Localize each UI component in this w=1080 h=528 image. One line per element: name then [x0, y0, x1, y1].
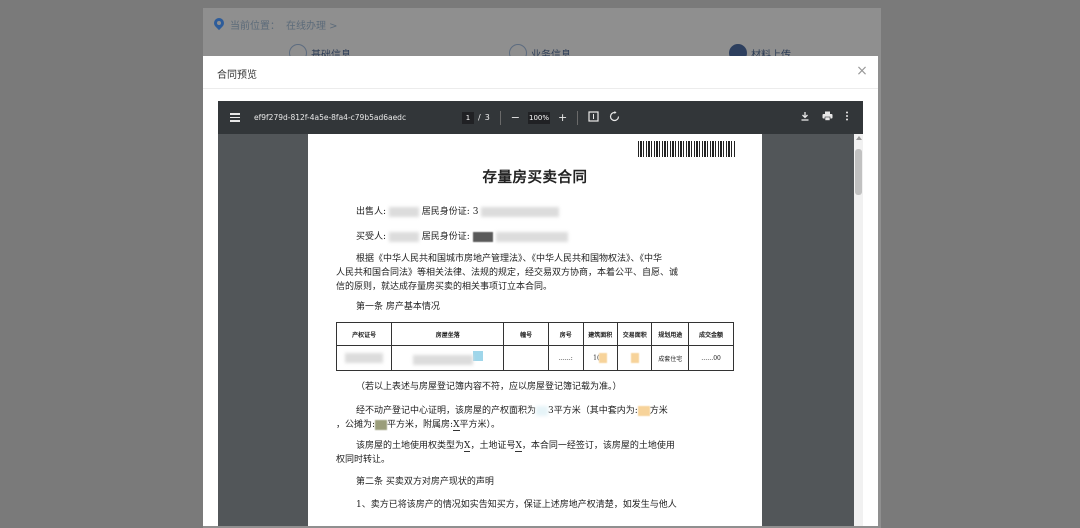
- dialog-title: 合同预览: [217, 70, 257, 81]
- pdf-page: 存量房买卖合同 出售人: 居民身份证: 3 买受人: 居民身份证: 根据《中华人…: [308, 134, 762, 526]
- redacted-id: [495, 231, 568, 242]
- buyer-label: 买受人:: [356, 232, 387, 242]
- area-line-2: ，公摊为: 平方米，附属房:X平方米）。: [336, 419, 501, 431]
- table-header: 房号: [548, 322, 584, 346]
- article-2-heading: 第二条 买卖双方对房产现状的声明: [356, 477, 494, 487]
- toolbar-divider: [499, 110, 501, 125]
- scroll-up-icon[interactable]: [856, 136, 862, 140]
- zoom-input[interactable]: 100%: [528, 111, 551, 124]
- pdf-filename: ef9f279d-812f-4a5e-8fa4-c79b5ad6aedc: [254, 113, 407, 122]
- highlight-mark: [472, 351, 483, 362]
- redacted-name: [388, 231, 419, 242]
- seller-id-partial: 3: [472, 207, 479, 217]
- page-controls: 1 / 3 − 100% +: [462, 101, 620, 134]
- page-total: 3: [484, 113, 490, 122]
- scrollbar[interactable]: [854, 134, 863, 526]
- location-label: 当前位置：: [230, 20, 280, 32]
- toolbar-actions: [800, 101, 849, 134]
- table-cell: [335, 345, 393, 371]
- table-header: 成交金额: [688, 322, 734, 346]
- table-header: 规划用途: [651, 322, 690, 346]
- rotate-icon[interactable]: [609, 110, 620, 125]
- breadcrumb: 当前位置： 在线办理 >: [214, 16, 338, 32]
- menu-icon[interactable]: [230, 101, 240, 134]
- table-cell: 1(: [582, 345, 619, 371]
- contract-preview-dialog: 合同预览 × ef9f279d-812f-4a5e-8fa4-c79b5ad6a…: [203, 56, 878, 526]
- zoom-in-icon[interactable]: +: [558, 111, 567, 124]
- seller-label: 出售人:: [356, 207, 387, 217]
- barcode: [638, 141, 736, 157]
- preamble-line-2: 人民共和国合同法》等相关法律、法规的规定，经交易双方协商，本着公平、自愿、诚: [336, 268, 679, 278]
- pdf-viewer: ef9f279d-812f-4a5e-8fa4-c79b5ad6aedc 1 /…: [218, 101, 863, 526]
- table-cell: [616, 345, 653, 371]
- fit-page-icon[interactable]: [588, 110, 599, 125]
- table-cell: [503, 345, 550, 371]
- print-icon[interactable]: [822, 111, 833, 124]
- table-header: 建筑面积: [582, 322, 619, 346]
- redacted-id: [472, 231, 493, 242]
- preamble-line-3: 信的原则，就达成存量房买卖的相关事项订立本合同。: [336, 282, 553, 292]
- page-separator: /: [478, 113, 481, 122]
- close-icon[interactable]: ×: [854, 63, 870, 79]
- area-line-1: 经不动产登记中心证明，该房屋的产权面积为 3平方米（其中套内为: 方米: [356, 405, 668, 416]
- table-header: 产权证号: [335, 322, 393, 346]
- preamble-line-1: 根据《中华人民共和国城市房地产管理法》、《中华人民共和国物权法》、《中华: [356, 254, 663, 264]
- table-cell: ……:: [548, 345, 584, 371]
- table-header: 交易面积: [616, 322, 653, 346]
- highlight-mark: [637, 405, 650, 416]
- location-value[interactable]: 在线办理 >: [286, 17, 338, 32]
- redacted-id: [481, 206, 560, 217]
- table-header-row: 产权证号 房屋坐落 幢号 房号 建筑面积 交易面积 规划用途 成交金额: [335, 322, 734, 346]
- scrollbar-thumb[interactable]: [855, 148, 862, 195]
- highlight-mark: [375, 419, 388, 430]
- table-cell: [391, 345, 505, 371]
- zoom-out-icon[interactable]: −: [511, 111, 520, 124]
- table-row: ……: 1( 成套住宅 ……00: [335, 345, 734, 371]
- table-cell: 成套住宅: [651, 345, 690, 371]
- table-note: （若以上表述与房屋登记簿内容不符，应以房屋登记簿记载为准。）: [356, 382, 622, 392]
- redacted-name: [388, 206, 419, 217]
- more-options-icon[interactable]: [845, 111, 849, 124]
- table-header: 房屋坐落: [391, 322, 505, 346]
- location-pin-icon: [214, 18, 224, 30]
- page-number-input[interactable]: 1: [462, 111, 474, 124]
- table-header: 幢号: [503, 322, 550, 346]
- article-1-heading: 第一条 房产基本情况: [356, 302, 440, 312]
- article-2-paragraph: 1、卖方已将该房产的情况如实告知买方，保证上述房地产权清楚，如发生与他人: [356, 500, 677, 510]
- property-table: 产权证号 房屋坐落 幢号 房号 建筑面积 交易面积 规划用途 成交金额 ……: …: [335, 322, 734, 371]
- land-line-2: 权同时转让。: [336, 455, 391, 465]
- toolbar-divider: [577, 110, 579, 125]
- seller-line: 出售人: 居民身份证: 3: [356, 204, 560, 217]
- buyer-line: 买受人: 居民身份证:: [356, 229, 568, 242]
- dialog-divider: [203, 88, 878, 89]
- table-cell: ……00: [688, 345, 734, 371]
- document-title: 存量房买卖合同: [482, 169, 588, 186]
- buyer-id-label: 居民身份证:: [421, 232, 470, 242]
- seller-id-label: 居民身份证:: [421, 207, 470, 217]
- land-line-1: 该房屋的土地使用权类型为X，土地证号X，本合同一经签订，该房屋的土地使用: [356, 441, 675, 452]
- download-icon[interactable]: [800, 111, 810, 124]
- pdf-toolbar: ef9f279d-812f-4a5e-8fa4-c79b5ad6aedc 1 /…: [218, 101, 863, 134]
